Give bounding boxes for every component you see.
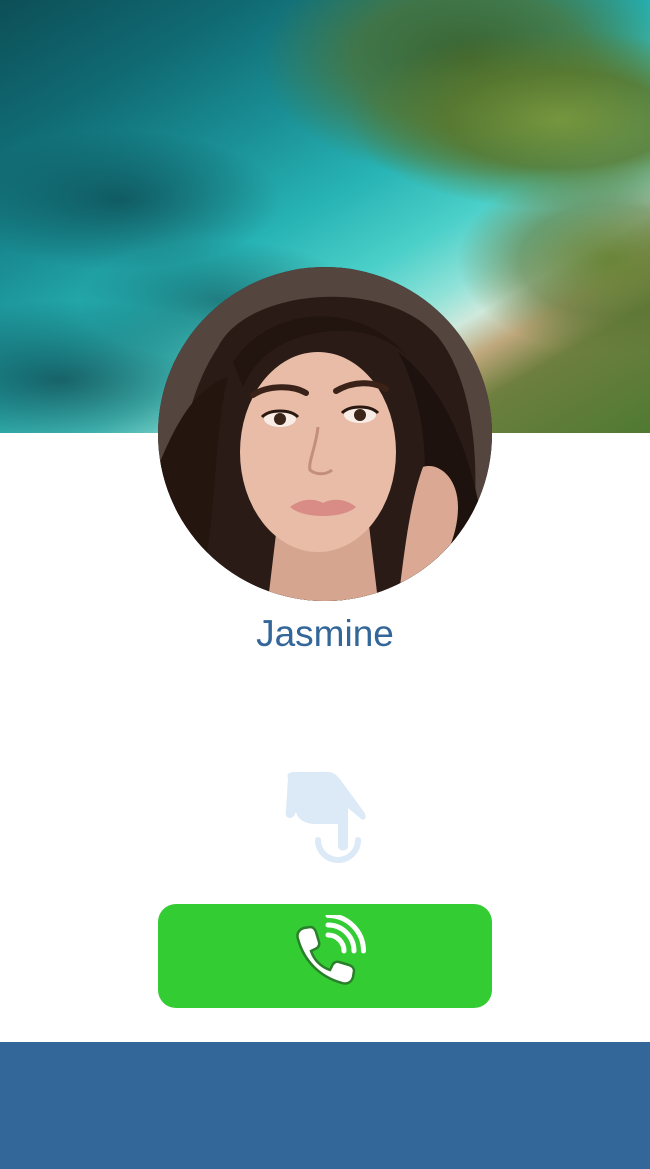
incoming-call-screen: Jasmine bbox=[0, 0, 650, 1169]
contact-name: Jasmine bbox=[256, 613, 394, 654]
phone-ringing-icon bbox=[296, 915, 366, 985]
footer-bar bbox=[0, 1042, 650, 1169]
contact-avatar bbox=[158, 267, 492, 601]
call-button[interactable] bbox=[158, 904, 492, 1008]
avatar-portrait bbox=[158, 267, 492, 601]
tap-hand-icon bbox=[276, 770, 376, 874]
